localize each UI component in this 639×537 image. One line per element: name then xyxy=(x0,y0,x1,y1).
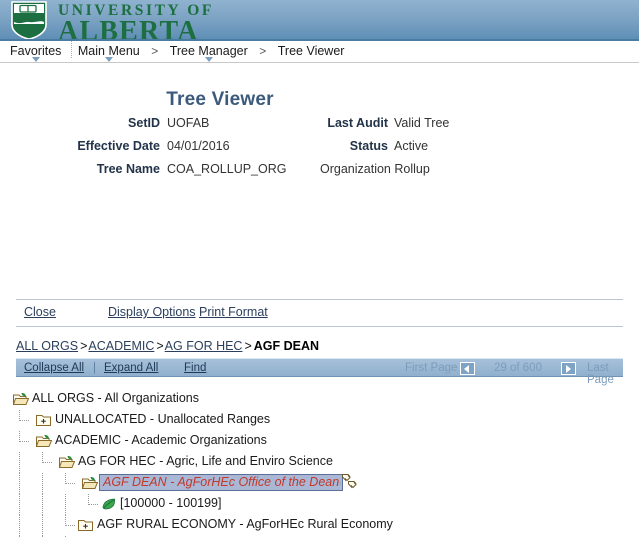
tree-node-label[interactable]: ACADEMIC - Academic Organizations xyxy=(55,433,267,447)
tree-path-separator: > xyxy=(244,339,252,353)
nav-main-menu-label: Main Menu xyxy=(77,44,140,58)
tree-row-selected[interactable]: AGF DEAN - AgForHEc Office of the Dean xyxy=(0,473,639,494)
page-body: Tree Viewer SetID UOFAB Last Audit Valid… xyxy=(0,89,639,537)
nav-separator-2: > xyxy=(259,44,267,58)
last-page-label[interactable]: Last Page xyxy=(587,362,623,386)
nav-tree-manager-label: Tree Manager xyxy=(169,44,248,58)
toolbar-divider-bottom xyxy=(16,326,623,327)
nav-favorites[interactable]: Favorites xyxy=(4,41,67,62)
tree-action-bar: Collapse All | Expand All Find First Pag… xyxy=(16,358,623,386)
copy-paste-node-icon[interactable] xyxy=(339,473,361,493)
open-folder-leaf-icon[interactable] xyxy=(59,455,75,469)
toolbar-divider-top xyxy=(16,299,623,300)
tree-path-item-ag-for-hec[interactable]: AG FOR HEC xyxy=(165,339,243,353)
last-audit-label: Last Audit xyxy=(327,116,388,130)
tree-row[interactable]: ALL ORGS - All Organizations xyxy=(0,389,639,410)
nav-main-menu[interactable]: Main Menu xyxy=(70,41,146,62)
tree-node-label[interactable]: ALL ORGS - All Organizations xyxy=(32,391,199,405)
status-value: Active xyxy=(394,139,429,153)
open-folder-leaf-icon[interactable] xyxy=(82,476,98,490)
print-format-link[interactable]: Print Format xyxy=(199,305,268,319)
tree-node-label-selected[interactable]: AGF DEAN - AgForHEc Office of the Dean xyxy=(99,474,344,491)
tree-path-item-academic[interactable]: ACADEMIC xyxy=(88,339,154,353)
page-indicator: 29 of 600 xyxy=(494,362,542,374)
tree-row[interactable]: AGF RURAL ECONOMY - AgForHEc Rural Econo… xyxy=(0,515,639,536)
nav-favorites-label: Favorites xyxy=(10,44,62,58)
setid-label: SetID xyxy=(128,116,160,130)
breadcrumb-navbar: Favorites Main Menu > Tree Manager > Tre… xyxy=(0,41,639,63)
nav-tree-manager[interactable]: Tree Manager xyxy=(164,41,254,62)
header-row-setid: SetID UOFAB Last Audit Valid Tree xyxy=(0,115,639,137)
tree-path-breadcrumb: ALL ORGS >ACADEMIC >AG FOR HEC > AGF DEAN xyxy=(16,339,319,353)
nav-tree-viewer[interactable]: Tree Viewer xyxy=(272,41,351,58)
tree-row[interactable]: [100000 - 100199] xyxy=(0,494,639,515)
tree-path-separator: > xyxy=(80,339,88,353)
setid-value: UOFAB xyxy=(167,116,210,130)
page-title: Tree Viewer xyxy=(166,89,274,110)
nav-separator-1: > xyxy=(151,44,159,58)
tree-node-label[interactable]: AGF RURAL ECONOMY - AgForHEc Rural Econo… xyxy=(97,517,393,531)
green-leaf-icon[interactable] xyxy=(101,497,117,511)
last-audit-value: Valid Tree xyxy=(394,116,450,130)
tree-node-label[interactable]: [100000 - 100199] xyxy=(120,496,221,510)
tree-row[interactable]: AG FOR HEC - Agric, Life and Enviro Scie… xyxy=(0,452,639,473)
prev-page-arrow-icon[interactable] xyxy=(460,362,475,375)
tree-path-separator: > xyxy=(156,339,164,353)
header-row-effective-date: Effective Date 04/01/2016 Status Active xyxy=(0,137,639,159)
find-link[interactable]: Find xyxy=(184,362,206,374)
tree-node-label[interactable]: AG FOR HEC - Agric, Life and Enviro Scie… xyxy=(78,454,333,468)
status-label: Status xyxy=(349,139,388,153)
collapse-all-link[interactable]: Collapse All xyxy=(24,362,84,374)
tree-header-fields: SetID UOFAB Last Audit Valid Tree Effect… xyxy=(0,115,639,181)
closed-folder-plus-icon[interactable] xyxy=(78,518,94,532)
tree-path-item-agf-dean-current: AGF DEAN xyxy=(253,339,320,353)
open-folder-leaf-icon[interactable] xyxy=(36,434,52,448)
tree-description: Organization Rollup xyxy=(320,162,430,176)
brand-line-alberta: ALBERTA xyxy=(58,15,199,41)
chevron-down-icon xyxy=(204,57,213,62)
tree-row[interactable]: UNALLOCATED - Unallocated Ranges xyxy=(0,410,639,431)
tree-name-value: COA_ROLLUP_ORG xyxy=(167,162,287,176)
close-link[interactable]: Close xyxy=(24,305,56,319)
closed-folder-plus-icon[interactable] xyxy=(36,413,52,427)
nav-tree-viewer-label: Tree Viewer xyxy=(277,44,345,58)
ualberta-shield-crest-icon xyxy=(11,1,47,39)
brand-banner: UNIVERSITY OF ALBERTA xyxy=(0,0,639,41)
next-page-arrow-icon[interactable] xyxy=(561,362,576,375)
tree-name-label: Tree Name xyxy=(96,162,160,176)
brand-wordmark: UNIVERSITY OF ALBERTA xyxy=(58,0,214,41)
header-row-tree-name: Tree Name COA_ROLLUP_ORG Organization Ro… xyxy=(0,159,639,181)
effective-date-label: Effective Date xyxy=(77,139,160,153)
tree-path-item-all-orgs[interactable]: ALL ORGS xyxy=(16,339,78,353)
tree-node-list: ALL ORGS - All Organizations UNALLOCATED… xyxy=(0,389,639,537)
chevron-down-icon xyxy=(104,57,113,62)
toolbar: Close Display Options Print Format xyxy=(0,305,639,325)
open-folder-leaf-icon[interactable] xyxy=(13,392,29,406)
tree-row[interactable]: ACADEMIC - Academic Organizations xyxy=(0,431,639,452)
effective-date-value: 04/01/2016 xyxy=(167,139,230,153)
display-options-link[interactable]: Display Options xyxy=(108,305,196,319)
action-bar-pipe: | xyxy=(93,362,96,374)
tree-node-label[interactable]: UNALLOCATED - Unallocated Ranges xyxy=(55,412,270,426)
expand-all-link[interactable]: Expand All xyxy=(104,362,158,374)
chevron-down-icon xyxy=(31,57,40,62)
first-page-label[interactable]: First Page xyxy=(405,362,457,374)
